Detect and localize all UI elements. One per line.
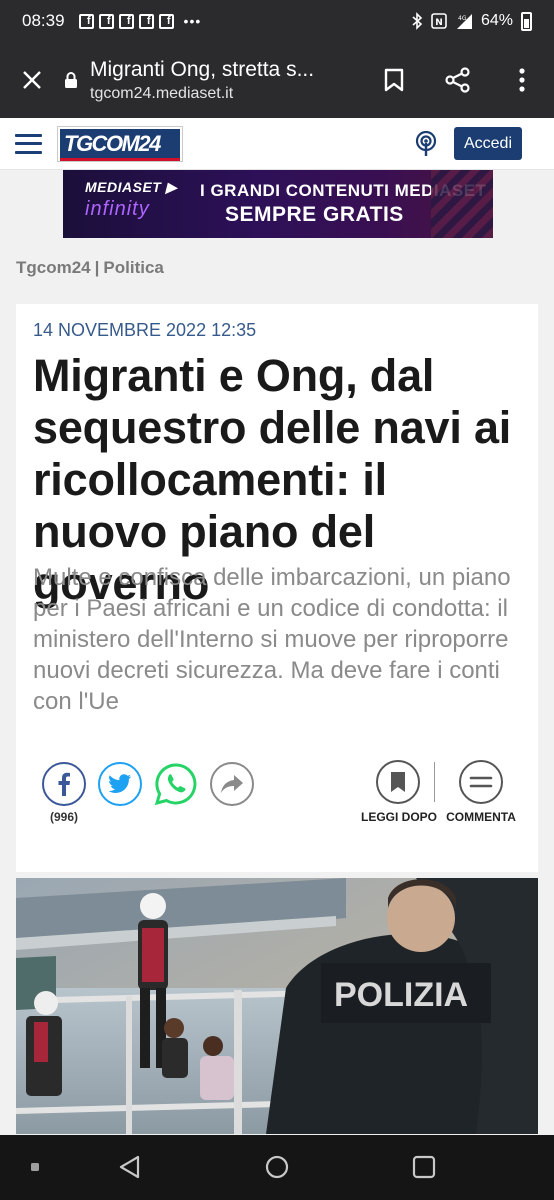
ad-brand-sub: infinity bbox=[85, 198, 150, 220]
nav-dot-icon bbox=[31, 1163, 39, 1171]
battery-icon bbox=[521, 11, 532, 31]
ad-decoration bbox=[431, 170, 493, 238]
article-photo[interactable]: POLIZIA bbox=[16, 878, 538, 1134]
close-tab-button[interactable] bbox=[0, 42, 64, 118]
ad-banner[interactable]: MEDIASET ▶ infinity I GRANDI CONTENUTI M… bbox=[63, 170, 493, 238]
photo-polizia-text: POLIZIA bbox=[334, 976, 468, 1014]
bluetooth-icon bbox=[412, 12, 423, 30]
browser-toolbar: Migranti Ong, stretta s... tgcom24.media… bbox=[0, 42, 554, 118]
status-bar: 08:39 f f f f f ••• N 4G 64% bbox=[0, 0, 554, 42]
twitter-share-button[interactable] bbox=[98, 762, 142, 806]
status-right: N 4G 64% bbox=[411, 11, 532, 31]
recent-apps-icon[interactable] bbox=[412, 1155, 436, 1179]
nfc-icon: N bbox=[431, 13, 447, 29]
facebook-icon: f bbox=[138, 13, 154, 29]
whatsapp-share-button[interactable] bbox=[154, 762, 198, 806]
breadcrumb-item-home[interactable]: Tgcom24 bbox=[16, 258, 91, 277]
bookmark-button[interactable] bbox=[362, 42, 426, 118]
read-later-label: LEGGI DOPO bbox=[361, 810, 438, 824]
comment-button[interactable]: COMMENTA bbox=[441, 760, 521, 824]
svg-text:4G: 4G bbox=[458, 15, 467, 22]
facebook-icon: f bbox=[78, 13, 94, 29]
page-title: Migranti Ong, stretta s... bbox=[90, 57, 315, 81]
forward-share-button[interactable] bbox=[210, 762, 254, 806]
podcast-icon[interactable] bbox=[414, 130, 438, 157]
facebook-share-button[interactable] bbox=[42, 762, 86, 806]
battery-percent: 64% bbox=[480, 12, 513, 29]
more-vert-icon bbox=[519, 68, 525, 92]
comment-icon bbox=[469, 776, 493, 788]
facebook-icon: f bbox=[98, 13, 114, 29]
home-icon[interactable] bbox=[265, 1155, 289, 1179]
breadcrumb-item-politica[interactable]: Politica bbox=[103, 258, 163, 277]
forward-icon bbox=[221, 775, 243, 793]
menu-button[interactable] bbox=[490, 42, 554, 118]
share-button[interactable] bbox=[426, 42, 490, 118]
facebook-icon: f bbox=[118, 13, 134, 29]
bookmark-icon bbox=[391, 772, 405, 792]
url-bar[interactable]: Migranti Ong, stretta s... tgcom24.media… bbox=[64, 58, 362, 103]
more-notifications-icon: ••• bbox=[183, 13, 202, 29]
svg-text:N: N bbox=[435, 18, 443, 28]
bookmark-icon bbox=[384, 68, 404, 92]
article-date: 14 NOVEMBRE 2022 12:35 bbox=[33, 320, 257, 340]
article-subtitle: Multe e confisca delle imbarcazioni, un … bbox=[33, 564, 511, 715]
share-count: (996) bbox=[50, 810, 79, 824]
tgcom24-logo[interactable]: TGCOM24 bbox=[57, 125, 183, 162]
back-icon[interactable] bbox=[118, 1155, 140, 1179]
notification-icons: f f f f f bbox=[78, 13, 174, 29]
article-card: 14 NOVEMBRE 2022 12:35 Migranti e Ong, d… bbox=[16, 304, 538, 872]
breadcrumb: Tgcom24 | Politica bbox=[16, 258, 164, 278]
read-later-button[interactable]: LEGGI DOPO bbox=[361, 760, 438, 824]
comment-label: COMMENTA bbox=[446, 810, 516, 824]
action-divider bbox=[434, 762, 435, 802]
signal-icon: 4G bbox=[456, 14, 472, 29]
status-time: 08:39 bbox=[22, 11, 65, 30]
whatsapp-icon bbox=[154, 763, 197, 806]
share-icon bbox=[445, 67, 470, 93]
twitter-icon bbox=[108, 774, 131, 793]
share-buttons bbox=[42, 762, 254, 806]
facebook-icon bbox=[58, 772, 70, 796]
login-button[interactable]: Accedi bbox=[453, 127, 522, 160]
ad-tagline: SEMPRE GRATIS bbox=[225, 203, 404, 226]
hamburger-menu-icon[interactable] bbox=[15, 133, 42, 154]
breadcrumb-separator: | bbox=[94, 258, 100, 277]
lock-icon bbox=[65, 72, 77, 88]
system-nav-bar bbox=[0, 1135, 554, 1200]
facebook-icon: f bbox=[158, 13, 174, 29]
close-icon bbox=[23, 71, 41, 89]
site-header: TGCOM24 Accedi bbox=[0, 118, 554, 170]
page-domain: tgcom24.mediaset.it bbox=[90, 84, 234, 102]
ad-brand: MEDIASET ▶ bbox=[85, 179, 177, 195]
